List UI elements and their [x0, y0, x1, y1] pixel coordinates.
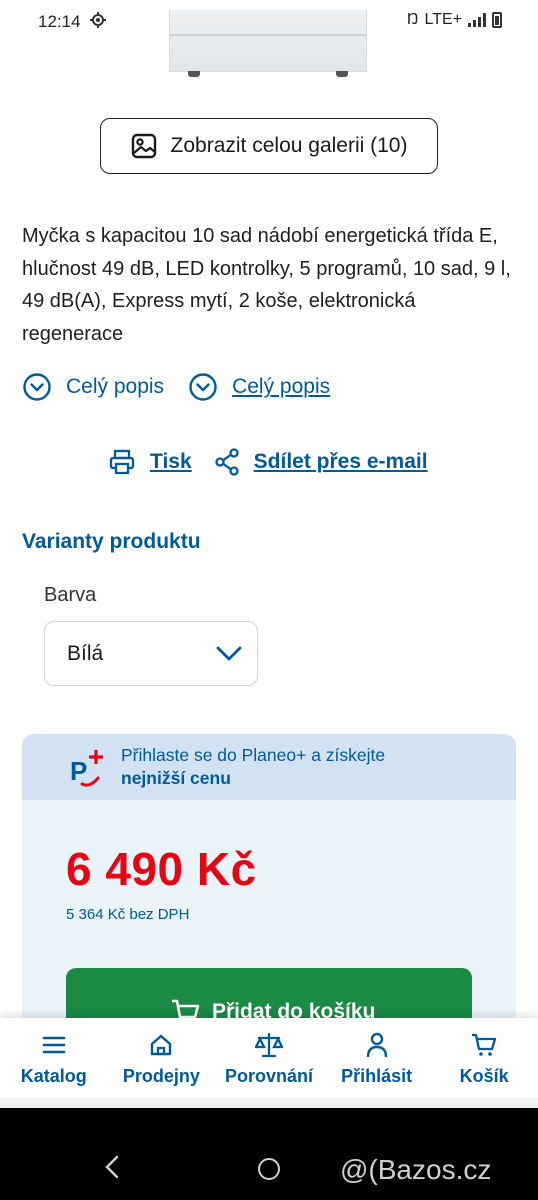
nav-label-katalog: Katalog	[20, 1066, 87, 1086]
chevron-circle-down-icon	[23, 373, 51, 401]
print-label: Tisk	[150, 450, 192, 473]
nav-item-katalog[interactable]: Katalog	[0, 1018, 108, 1098]
planeo-text: Přihlaste se do Planeo+ a získejte nejni…	[121, 744, 385, 790]
appliance-foot	[188, 71, 200, 77]
nav-label-porovnani: Porovnání	[224, 1066, 313, 1086]
printer-icon	[109, 449, 135, 475]
share-email-link[interactable]: Sdílet přes e-mail	[214, 448, 428, 476]
full-description-link[interactable]: Celý popis	[22, 372, 164, 402]
svg-text:P: P	[70, 756, 87, 786]
appliance-foot	[336, 71, 348, 77]
chevron-circle-down-icon	[189, 373, 217, 401]
system-navigation-bar: @(Bazos.cz	[0, 1108, 538, 1200]
planeo-text-line: Přihlaste se do Planeo+ a získejte	[121, 745, 386, 765]
nfc-icon: Ŋ	[406, 11, 419, 28]
color-select[interactable]: Bílá	[44, 621, 258, 686]
network-type: LTE+	[424, 11, 463, 28]
status-time: 12:14	[38, 12, 81, 31]
price-without-vat: 5 364 Kč bez DPH	[66, 906, 190, 923]
description-links: Celý popis Celý popis	[22, 372, 330, 402]
share-row: Tisk Sdílet přes e-mail	[108, 448, 428, 476]
bottom-nav: Katalog Prodejny Porovnání Přihlásit Koš…	[0, 1018, 538, 1098]
menu-icon	[42, 1032, 66, 1058]
nav-label-kosik: Košík	[459, 1066, 509, 1086]
image-icon	[131, 133, 156, 159]
nav-item-prihlasit[interactable]: Přihlásit	[323, 1018, 431, 1098]
variants-title: Varianty produktu	[22, 530, 201, 553]
full-description-label-alt: Celý popis	[232, 375, 331, 398]
nav-label-prihlasit: Přihlásit	[341, 1066, 413, 1086]
color-select-value: Bílá	[67, 642, 104, 665]
home-button-icon[interactable]	[258, 1158, 280, 1180]
cart-icon	[471, 1032, 497, 1058]
nav-item-kosik[interactable]: Košík	[430, 1018, 538, 1098]
gallery-button-label: Zobrazit celou galerii (10)	[170, 134, 408, 157]
chevron-down-icon	[216, 646, 242, 661]
gallery-button[interactable]: Zobrazit celou galerii (10)	[100, 118, 438, 174]
share-email-label: Sdílet přes e-mail	[253, 450, 428, 473]
watermark: @(Bazos.cz	[340, 1154, 492, 1185]
nav-divider	[0, 1098, 538, 1108]
planeo-plus-logo-icon: P	[70, 750, 103, 787]
battery-icon	[492, 12, 502, 28]
planeo-text-bold: nejnižší cenu	[121, 768, 231, 788]
color-label: Barva	[44, 584, 97, 606]
signal-icon	[468, 13, 486, 27]
nav-item-prodejny[interactable]: Prodejny	[108, 1018, 216, 1098]
share-icon	[215, 448, 239, 476]
back-icon[interactable]	[104, 1154, 120, 1180]
price: 6 490 Kč	[66, 843, 257, 895]
user-icon	[366, 1032, 388, 1058]
planeo-banner[interactable]: P Přihlaste se do Planeo+ a získejte nej…	[22, 734, 516, 800]
home-icon	[149, 1032, 173, 1058]
print-link[interactable]: Tisk	[108, 448, 192, 476]
scales-icon	[254, 1032, 283, 1058]
nav-item-porovnani[interactable]: Porovnání	[215, 1018, 323, 1098]
full-description-label: Celý popis	[66, 375, 165, 398]
full-description-link-alt[interactable]: Celý popis	[188, 372, 330, 402]
gear-icon	[90, 12, 106, 28]
product-image[interactable]	[169, 10, 367, 77]
product-description: Myčka s kapacitou 10 sad nádobí energeti…	[22, 225, 511, 345]
appliance-seam	[170, 34, 366, 36]
nav-label-prodejny: Prodejny	[122, 1066, 200, 1086]
status-indicators: Ŋ LTE+	[407, 11, 502, 29]
price-card: P Přihlaste se do Planeo+ a získejte nej…	[22, 734, 516, 1034]
